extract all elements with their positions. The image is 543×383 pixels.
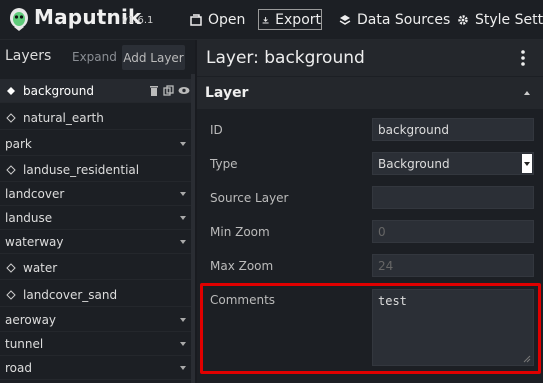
layer-group-label: landcover — [5, 186, 65, 201]
open-button[interactable]: Open — [190, 9, 245, 30]
min-zoom-input[interactable]: 0 — [372, 220, 534, 243]
chevron-down-icon[interactable] — [522, 154, 532, 173]
layer-group-header[interactable]: Layer — [197, 77, 543, 109]
layer-item-label: background — [23, 83, 94, 98]
layer-item-label: water — [23, 260, 58, 275]
layer-item-label: landcover_sand — [23, 287, 118, 302]
maputnik-logo-icon — [10, 8, 28, 31]
chevron-down-icon[interactable] — [180, 342, 186, 346]
max-zoom-input[interactable]: 24 — [372, 254, 534, 277]
eye-icon[interactable] — [178, 85, 190, 96]
type-select[interactable]: Background — [372, 152, 534, 175]
layer-group-label: road — [5, 360, 32, 375]
layer-group-park[interactable]: park — [0, 132, 195, 156]
id-label: ID — [210, 123, 223, 137]
data-sources-button[interactable]: Data Sources — [339, 9, 450, 30]
layer-type-icon — [6, 112, 16, 123]
chevron-down-icon[interactable] — [180, 142, 186, 146]
more-menu-icon[interactable] — [521, 50, 525, 66]
chevron-down-icon[interactable] — [180, 366, 186, 370]
layer-item-natural-earth[interactable]: natural_earth — [0, 106, 195, 130]
copy-icon[interactable] — [163, 85, 174, 96]
open-label: Open — [208, 11, 246, 28]
layer-item-label: natural_earth — [23, 110, 104, 125]
download-icon — [262, 16, 269, 23]
chevron-down-icon[interactable] — [180, 318, 186, 322]
data-sources-label: Data Sources — [357, 11, 451, 28]
layer-group-road[interactable]: road — [0, 356, 195, 380]
layer-list-header: Layers Expand Add Layer — [0, 40, 195, 75]
app-version: v1.6.1 — [122, 15, 154, 26]
expand-button[interactable]: Expand — [72, 50, 117, 64]
layer-group-label: aeroway — [5, 312, 57, 327]
layer-group-tunnel[interactable]: tunnel — [0, 332, 195, 356]
layer-group-aeroway[interactable]: aeroway — [0, 308, 195, 332]
layer-group-landuse[interactable]: landuse — [0, 206, 195, 230]
chevron-up-icon[interactable] — [524, 91, 530, 95]
layer-group-label: tunnel — [5, 336, 44, 351]
layer-item-label: landuse_residential — [23, 162, 140, 177]
layer-item-water[interactable]: water — [0, 256, 195, 280]
layer-type-icon — [6, 164, 16, 175]
add-layer-button[interactable]: Add Layer — [122, 45, 185, 70]
min-zoom-label: Min Zoom — [210, 225, 270, 239]
layer-item-landuse-residential[interactable]: landuse_residential — [0, 158, 195, 182]
layer-editor-header: Layer: background — [197, 40, 543, 76]
layer-type-icon — [7, 86, 15, 95]
layer-type-icon — [6, 289, 16, 300]
open-icon — [190, 13, 202, 26]
style-settings-label: Style Settin — [475, 11, 543, 28]
layers-icon — [339, 14, 351, 25]
layer-group-title: Layer — [205, 85, 249, 101]
layer-group-label: park — [5, 136, 32, 151]
source-layer-label: Source Layer — [210, 191, 289, 205]
source-layer-input[interactable] — [372, 186, 534, 209]
style-settings-button[interactable]: Style Settin — [457, 9, 543, 30]
layer-item-landcover-sand[interactable]: landcover_sand — [0, 283, 195, 307]
id-input[interactable]: background — [372, 118, 534, 141]
layer-group-landcover[interactable]: landcover — [0, 182, 195, 206]
layer-item-background[interactable]: background — [0, 79, 195, 103]
chevron-down-icon[interactable] — [180, 216, 186, 220]
layer-list-scrollbar[interactable] — [191, 74, 195, 383]
export-label: Export — [275, 11, 321, 28]
gear-icon — [458, 14, 468, 25]
type-select-value: Background — [378, 156, 450, 171]
layer-group-label: landuse — [5, 210, 53, 225]
chevron-down-icon[interactable] — [180, 240, 186, 244]
layer-list-panel: Layers Expand Add Layer background natur… — [0, 40, 195, 383]
layer-actions — [149, 85, 190, 96]
comments-highlight-box — [200, 283, 541, 374]
max-zoom-label: Max Zoom — [210, 259, 274, 273]
trash-icon[interactable] — [149, 85, 159, 96]
toolbar: Maputnik v1.6.1 Open Export Data Sources… — [0, 0, 543, 40]
layer-group-label: waterway — [5, 234, 64, 249]
layer-editor-title: Layer: background — [206, 48, 365, 68]
type-label: Type — [210, 157, 238, 171]
layer-group-waterway[interactable]: waterway — [0, 230, 195, 254]
layers-title: Layers — [5, 48, 52, 64]
chevron-down-icon[interactable] — [180, 192, 186, 196]
export-button[interactable]: Export — [258, 9, 322, 30]
layer-type-icon — [6, 262, 16, 273]
